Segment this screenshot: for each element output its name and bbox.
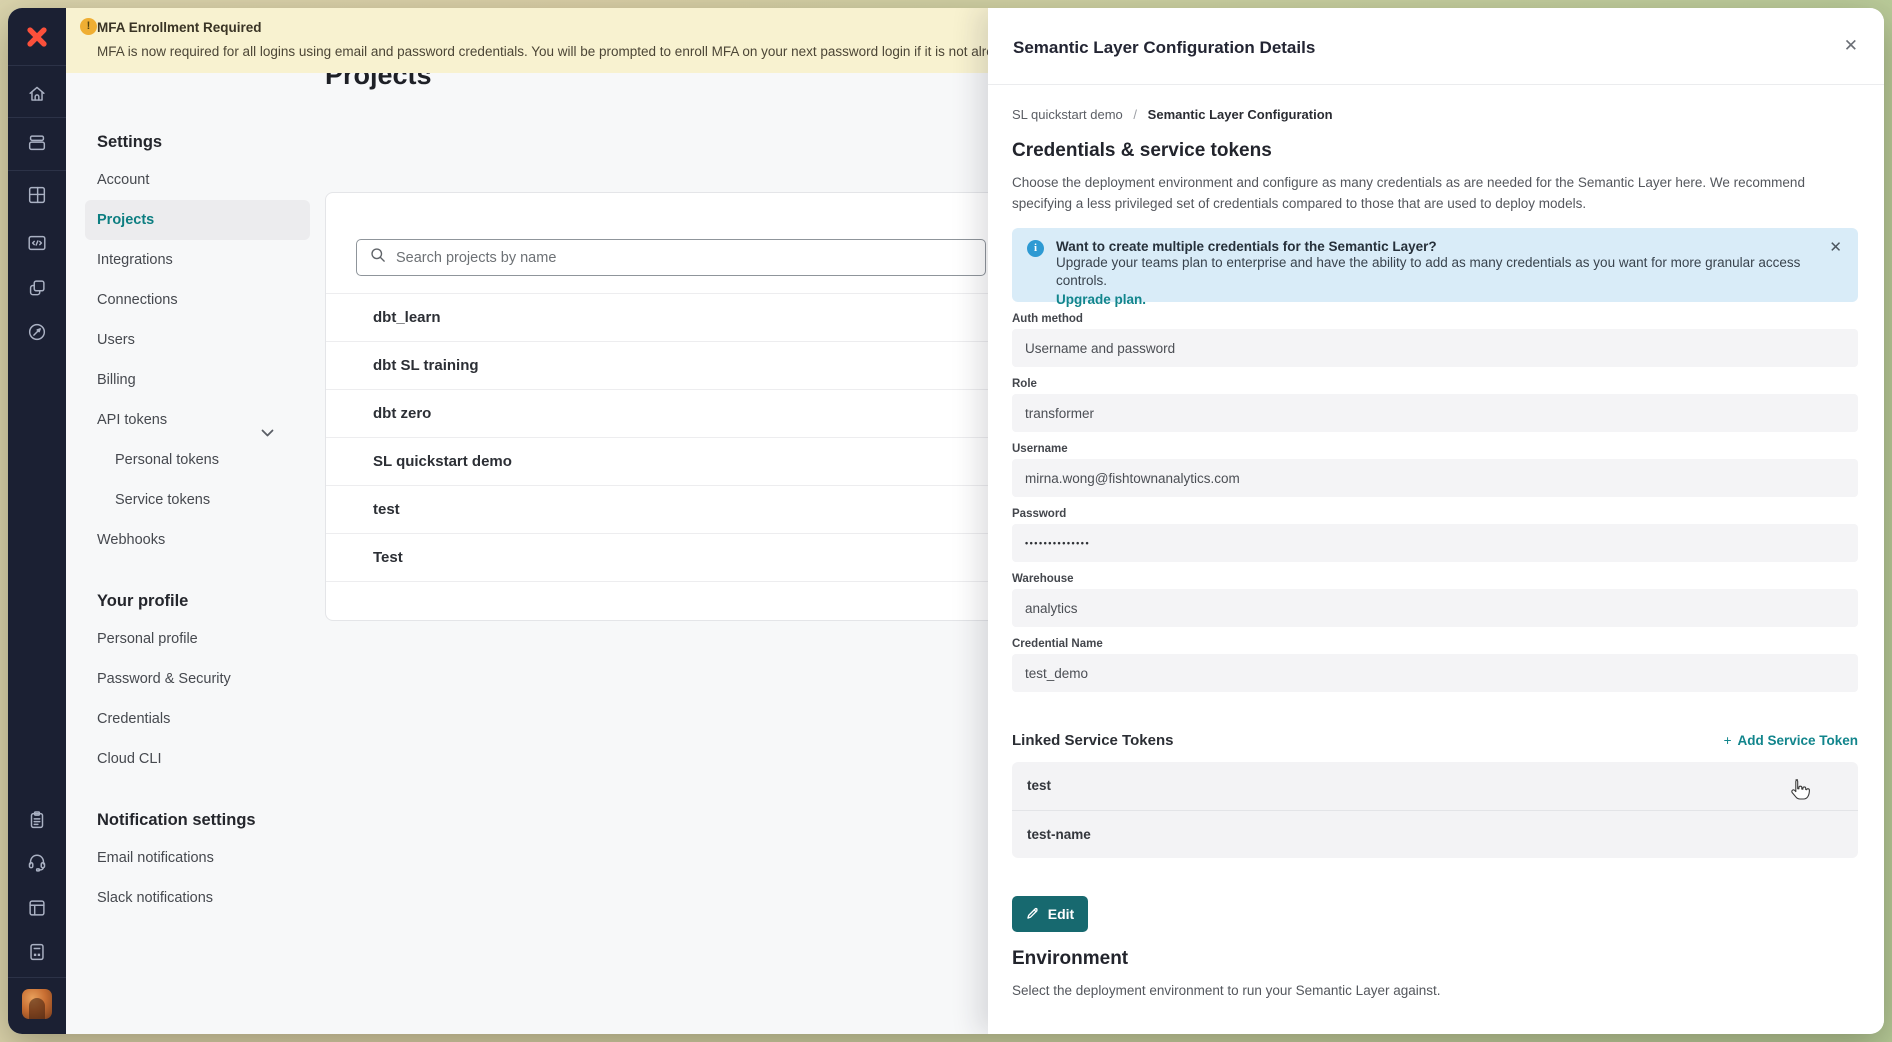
release-notes-icon[interactable] <box>8 929 66 975</box>
warning-icon: ! <box>80 18 97 35</box>
password-field[interactable]: •••••••••••••• <box>1012 524 1858 562</box>
desktop-background: ! MFA Enrollment Required MFA is now req… <box>0 0 1892 1042</box>
sidebar-item-account[interactable]: Account <box>85 160 310 200</box>
sidebar-item-projects[interactable]: Projects <box>85 200 310 240</box>
close-icon[interactable]: ✕ <box>1844 36 1858 56</box>
username-group: Username mirna.wong@fishtownanalytics.co… <box>1012 443 1858 497</box>
info-banner-close-icon[interactable]: ✕ <box>1829 238 1842 256</box>
sidebar-item-integrations[interactable]: Integrations <box>85 240 310 280</box>
sidebar-item-personal-profile[interactable]: Personal profile <box>85 619 310 659</box>
project-row[interactable]: Test <box>326 534 1004 582</box>
projects-card: Search projects by name dbt_learn dbt SL… <box>325 192 1005 621</box>
project-row[interactable]: SL quickstart demo <box>326 438 1004 486</box>
project-row[interactable]: dbt_learn <box>326 294 1004 342</box>
dbt-logo-icon[interactable] <box>8 8 66 65</box>
sidebar-item-password-security[interactable]: Password & Security <box>85 659 310 699</box>
api-tokens-label: API tokens <box>97 412 167 428</box>
sidebar-item-billing[interactable]: Billing <box>85 360 310 400</box>
sidebar-item-cloud-cli[interactable]: Cloud CLI <box>85 739 310 779</box>
auth-method-label: Auth method <box>1012 313 1858 325</box>
warehouse-group: Warehouse analytics <box>1012 573 1858 627</box>
sidebar-item-webhooks[interactable]: Webhooks <box>85 520 310 560</box>
mfa-banner-message: MFA is now required for all logins using… <box>97 44 988 59</box>
user-avatar[interactable] <box>8 983 66 1025</box>
linked-tokens-header: Linked Service Tokens + Add Service Token <box>1012 732 1858 749</box>
breadcrumb-separator: / <box>1133 107 1137 122</box>
credential-name-group: Credential Name test_demo <box>1012 638 1858 692</box>
warehouse-field[interactable]: analytics <box>1012 589 1858 627</box>
role-group: Role transformer <box>1012 378 1858 432</box>
search-icon <box>369 246 387 269</box>
code-editor-icon[interactable] <box>8 220 66 266</box>
info-banner-body: Upgrade your teams plan to enterprise an… <box>1056 255 1800 288</box>
drawer-title: Semantic Layer Configuration Details <box>1013 38 1315 58</box>
sidebar-item-api-tokens[interactable]: API tokens <box>85 400 310 440</box>
sidebar-item-users[interactable]: Users <box>85 320 310 360</box>
deploy-icon[interactable] <box>8 120 66 166</box>
dashboard-grid-icon[interactable] <box>8 172 66 218</box>
mfa-banner-title: MFA Enrollment Required <box>97 20 262 35</box>
profile-section-title: Your profile <box>97 583 318 619</box>
edit-button[interactable]: Edit <box>1012 896 1088 932</box>
role-field[interactable]: transformer <box>1012 394 1858 432</box>
docs-book-icon[interactable] <box>8 885 66 931</box>
edit-button-label: Edit <box>1048 906 1074 922</box>
auth-method-field[interactable]: Username and password <box>1012 329 1858 367</box>
credential-name-label: Credential Name <box>1012 638 1858 650</box>
compass-icon[interactable] <box>8 309 66 355</box>
auth-method-group: Auth method Username and password <box>1012 313 1858 367</box>
pencil-icon <box>1026 906 1040 923</box>
role-label: Role <box>1012 378 1858 390</box>
mfa-banner: ! MFA Enrollment Required MFA is now req… <box>66 8 988 73</box>
sidebar-item-service-tokens[interactable]: Service tokens <box>85 480 310 520</box>
upgrade-info-banner: i Want to create multiple credentials fo… <box>1012 228 1858 302</box>
project-row[interactable]: dbt zero <box>326 390 1004 438</box>
clipboard-icon[interactable] <box>8 797 66 843</box>
icon-sidebar <box>8 8 66 1034</box>
projects-list: dbt_learn dbt SL training dbt zero SL qu… <box>326 293 1004 582</box>
headset-support-icon[interactable] <box>8 839 66 885</box>
app-window: ! MFA Enrollment Required MFA is now req… <box>8 8 1884 1034</box>
info-icon: i <box>1027 240 1044 257</box>
settings-nav-title: Settings <box>97 124 318 160</box>
password-label: Password <box>1012 508 1858 520</box>
breadcrumb-current: Semantic Layer Configuration <box>1148 107 1333 122</box>
token-row[interactable]: test <box>1012 762 1858 810</box>
credentials-section-heading: Credentials & service tokens <box>1012 140 1858 162</box>
sidebar-item-connections[interactable]: Connections <box>85 280 310 320</box>
username-label: Username <box>1012 443 1858 455</box>
upgrade-plan-link[interactable]: Upgrade plan. <box>1056 292 1818 307</box>
notification-section-title: Notification settings <box>97 802 318 838</box>
add-service-token-button[interactable]: + Add Service Token <box>1724 733 1858 748</box>
drawer-header: Semantic Layer Configuration Details ✕ <box>988 8 1884 85</box>
settings-nav: Settings Account Projects Integrations C… <box>66 73 318 1034</box>
sidebar-item-personal-tokens[interactable]: Personal tokens <box>85 440 310 480</box>
search-placeholder: Search projects by name <box>396 250 556 266</box>
credential-name-field[interactable]: test_demo <box>1012 654 1858 692</box>
project-row[interactable]: test <box>326 486 1004 534</box>
search-input[interactable]: Search projects by name <box>356 239 986 276</box>
environment-section-heading: Environment <box>1012 948 1858 970</box>
credentials-section-description: Choose the deployment environment and co… <box>1012 172 1858 214</box>
environment-section-description: Select the deployment environment to run… <box>1012 983 1858 998</box>
info-banner-title: Want to create multiple credentials for … <box>1056 239 1818 254</box>
breadcrumb: SL quickstart demo / Semantic Layer Conf… <box>1012 107 1858 122</box>
linked-tokens-title: Linked Service Tokens <box>1012 732 1173 749</box>
token-row[interactable]: test-name <box>1012 810 1858 858</box>
project-row[interactable]: dbt SL training <box>326 342 1004 390</box>
plus-icon: + <box>1724 733 1732 748</box>
username-field[interactable]: mirna.wong@fishtownanalytics.com <box>1012 459 1858 497</box>
sidebar-item-slack-notifications[interactable]: Slack notifications <box>85 878 310 918</box>
drawer-body: SL quickstart demo / Semantic Layer Conf… <box>988 85 1884 1034</box>
sidebar-item-email-notifications[interactable]: Email notifications <box>85 838 310 878</box>
copy-branch-icon[interactable] <box>8 265 66 311</box>
breadcrumb-parent[interactable]: SL quickstart demo <box>1012 107 1123 122</box>
warehouse-label: Warehouse <box>1012 573 1858 585</box>
home-icon[interactable] <box>8 71 66 117</box>
sidebar-item-credentials[interactable]: Credentials <box>85 699 310 739</box>
semantic-layer-drawer: Semantic Layer Configuration Details ✕ S… <box>988 8 1884 1034</box>
linked-tokens-list: test test-name <box>1012 762 1858 858</box>
add-service-token-label: Add Service Token <box>1737 733 1858 748</box>
password-group: Password •••••••••••••• <box>1012 508 1858 562</box>
